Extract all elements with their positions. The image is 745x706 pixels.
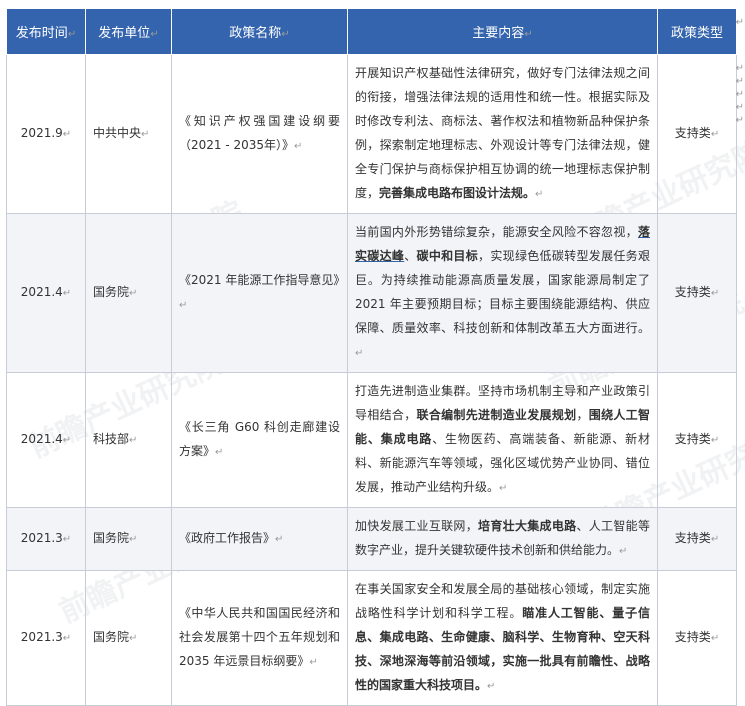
cell-policy-type: 支持类↵: [657, 507, 737, 571]
cell-policy-name: 《中华人民共和国国民经济和社会发展第十四个五年规划和 2035 年远景目标纲要》…: [171, 570, 348, 706]
row-end-mark: ↵: [735, 16, 744, 28]
cell-policy-type: 支持类↵: [657, 570, 737, 706]
row-end-mark: ↵: [735, 62, 744, 74]
cell-unit: 国务院↵: [85, 507, 172, 571]
content-segment: 当前国内外形势错综复杂，能源安全风险不容忽视，: [355, 225, 638, 239]
cell-policy-type: 支持类↵: [657, 372, 737, 508]
content-segment: 完善集成电路布图设计法规。: [379, 186, 536, 200]
table-row: 2021.9↵ 中共中央↵ 《知识产权强国建设纲要（2021 - 2035年）》↵ 开…: [6, 54, 737, 214]
cell-content: 开展知识产权基础性法律研究，做好专门法律法规之间的衔接，增强法律法规的适用性和统…: [347, 54, 658, 214]
cell-date: 2021.4↵: [6, 372, 86, 508]
cell-content: 加快发展工业互联网，培育壮大集成电路、人工智能等数字产业，提升关键软硬件技术创新…: [347, 507, 658, 571]
header-name: 政策名称↵: [171, 8, 348, 55]
table-row: 2021.3↵ 国务院↵ 《政府工作报告》↵ 加快发展工业互联网，培育壮大集成电路、人…: [6, 507, 737, 571]
cell-policy-name: 《知识产权强国建设纲要（2021 - 2035年）》↵: [171, 54, 348, 214]
cell-date: 2021.4↵: [6, 213, 86, 373]
header-content: 主要内容↵: [347, 8, 658, 55]
cell-content: 打造先进制造业集群。坚持市场机制主导和产业政策引导相结合，联合编制先进制造业发展…: [347, 372, 658, 508]
cell-date: 2021.3↵: [6, 570, 86, 706]
cell-policy-type: 支持类↵: [657, 213, 737, 373]
header-unit: 发布单位↵: [85, 8, 172, 55]
content-segment: 开展知识产权基础性法律研究，做好专门法律法规之间的衔接，增强法律法规的适用性和统…: [355, 66, 650, 200]
row-end-mark: ↵: [735, 88, 744, 100]
content-segment: 、: [404, 249, 417, 263]
header-row: 发布时间↵ 发布单位↵ 政策名称↵ 主要内容↵ 政策类型: [6, 8, 737, 55]
content-segment: 加快发展工业互联网，: [355, 519, 479, 533]
cell-date: 2021.3↵: [6, 507, 86, 571]
header-date: 发布时间↵: [6, 8, 86, 55]
content-segment: 碳中和目标: [416, 249, 479, 263]
row-end-mark: ↵: [735, 75, 744, 87]
cell-content: 当前国内外形势错综复杂，能源安全风险不容忽视，落实碳达峰、碳中和目标，实现绿色低…: [347, 213, 658, 373]
cell-unit: 国务院↵: [85, 213, 172, 373]
row-end-mark: ↵: [735, 114, 744, 126]
cell-policy-name: 《2021 年能源工作指导意见》↵: [171, 213, 348, 373]
cell-unit: 科技部↵: [85, 372, 172, 508]
cell-unit: 中共中央↵: [85, 54, 172, 214]
header-type: 政策类型: [657, 8, 737, 55]
content-segment: 联合编制先进制造业发展规划: [416, 408, 577, 422]
content-segment: ，: [576, 408, 589, 422]
table-row: 2021.4↵ 科技部↵ 《长三角 G60 科创走廊建设方案》↵ 打造先进制造业集群。…: [6, 372, 737, 508]
table-row: 2021.3↵ 国务院↵ 《中华人民共和国国民经济和社会发展第十四个五年规划和 20…: [6, 570, 737, 706]
cell-policy-name: 《政府工作报告》↵: [171, 507, 348, 571]
row-end-mark: ↵: [735, 101, 744, 113]
content-segment: 培育壮大集成电路: [478, 519, 577, 533]
cell-policy-name: 《长三角 G60 科创走廊建设方案》↵: [171, 372, 348, 508]
policy-table: 发布时间↵ 发布单位↵ 政策名称↵ 主要内容↵ 政策类型 2021.9↵ 中共中央…: [6, 8, 737, 706]
cell-date: 2021.9↵: [6, 54, 86, 214]
table-row: 2021.4↵ 国务院↵ 《2021 年能源工作指导意见》↵ 当前国内外形势错综复杂，…: [6, 213, 737, 373]
cell-policy-type: 支持类↵: [657, 54, 737, 214]
cell-content: 在事关国家安全和发展全局的基础核心领域，制定实施战略性科学计划和科学工程。瞄准人…: [347, 570, 658, 706]
cell-unit: 国务院↵: [85, 570, 172, 706]
